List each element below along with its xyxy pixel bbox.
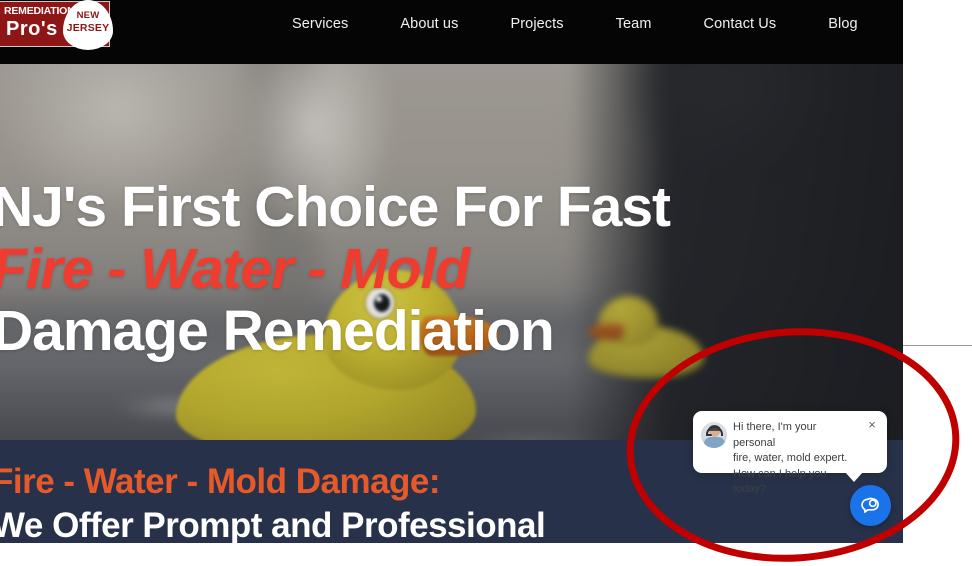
band-subheading: We Offer Prompt and Professional xyxy=(0,506,546,543)
chat-greeting-line-1: Hi there, I'm your personal xyxy=(733,421,817,449)
nav-item-projects[interactable]: Projects xyxy=(484,17,589,32)
hero-heading-line-3: Damage Remediation xyxy=(0,299,555,363)
chat-greeting-text: Hi there, I'm your personal fire, water,… xyxy=(733,420,861,498)
chat-agent-avatar xyxy=(701,422,727,448)
chat-greeting-line-3: How can I help you today? xyxy=(733,467,827,496)
logo-badge-new: New xyxy=(76,10,100,21)
nav-item-services[interactable]: Services xyxy=(292,17,374,32)
screenshot-viewport: Remediation Pro's New Jersey Services Ab… xyxy=(0,0,972,566)
nav-item-about-us[interactable]: About us xyxy=(374,17,484,32)
chat-greeting-line-2: fire, water, mold expert. xyxy=(733,452,848,464)
hero-heading-line-2: Fire - Water - Mold xyxy=(0,237,470,301)
hero-heading-line-1: NJ's First Choice For Fast xyxy=(0,175,671,239)
nav-item-contact-us[interactable]: Contact Us xyxy=(678,17,803,32)
hero-section: NJ's First Choice For Fast Fire - Water … xyxy=(0,64,903,440)
gutter-horizontal-rule xyxy=(903,345,972,346)
nav-item-blog[interactable]: Blog xyxy=(802,17,883,32)
page-bottom-whitespace xyxy=(0,543,903,566)
browser-right-gutter xyxy=(903,0,972,566)
logo-text-pros: Pro's xyxy=(6,18,58,40)
nav-item-team[interactable]: Team xyxy=(590,17,678,32)
chat-bubble-icon xyxy=(861,497,879,513)
logo-badge-jersey: Jersey xyxy=(66,22,110,34)
close-icon[interactable]: × xyxy=(865,418,879,432)
site-logo[interactable]: Remediation Pro's New Jersey xyxy=(0,0,114,50)
hero-heading: NJ's First Choice For Fast Fire - Water … xyxy=(0,176,752,362)
main-navigation: Services About us Projects Team Contact … xyxy=(292,0,884,48)
chat-launcher-button[interactable] xyxy=(850,485,891,526)
browser-page: Remediation Pro's New Jersey Services Ab… xyxy=(0,0,903,566)
band-heading: Fire - Water - Mold Damage: xyxy=(0,462,441,501)
chat-greeting-bubble[interactable]: Hi there, I'm your personal fire, water,… xyxy=(693,411,887,495)
site-header: Remediation Pro's New Jersey Services Ab… xyxy=(0,0,903,64)
